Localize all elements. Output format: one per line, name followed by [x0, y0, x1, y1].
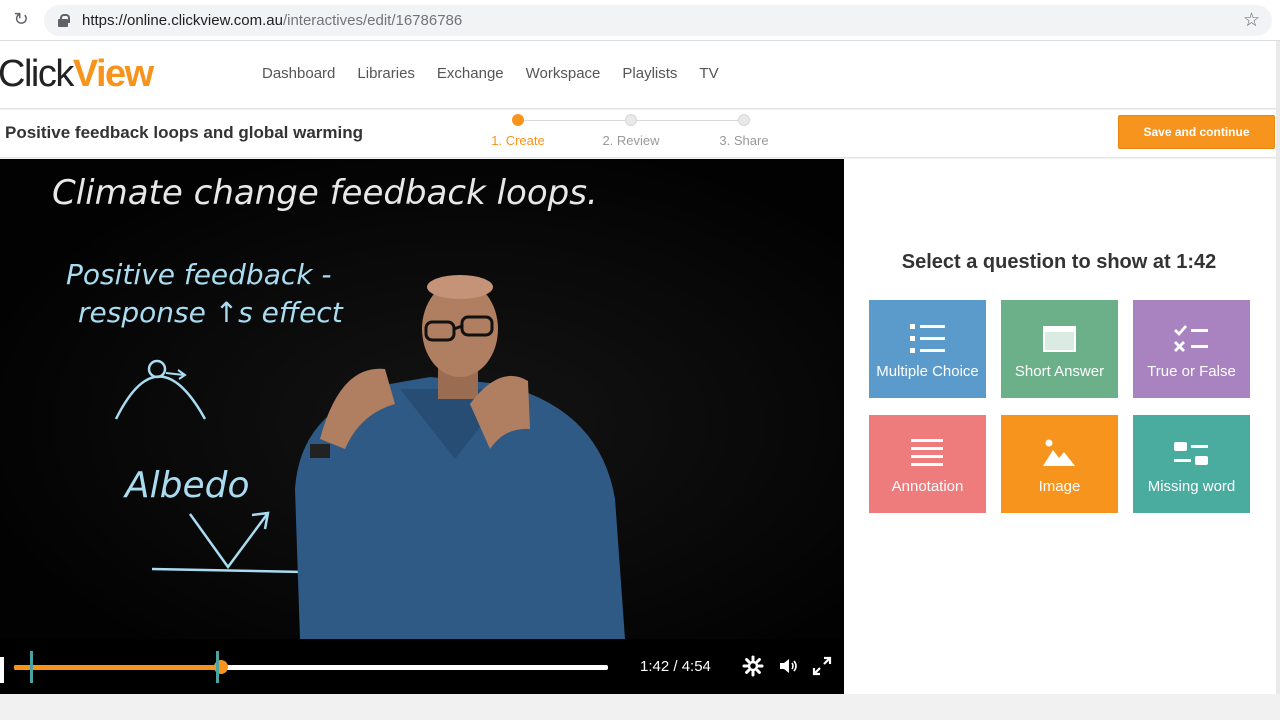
nav-workspace[interactable]: Workspace [526, 65, 601, 82]
trim-start-handle[interactable] [0, 657, 4, 683]
step-progress: 1. Create 2. Review 3. Share [480, 114, 780, 154]
url-path: /interactives/edit/16786786 [282, 12, 463, 29]
question-marker[interactable] [216, 651, 219, 683]
settings-gear-icon[interactable] [742, 655, 764, 677]
nav-exchange[interactable]: Exchange [437, 65, 504, 82]
video-player[interactable]: Climate change feedback loops. Positive … [0, 159, 844, 694]
logo-click: Click [0, 53, 74, 95]
question-type-label: Multiple Choice [876, 363, 979, 380]
nav-dashboard[interactable]: Dashboard [262, 65, 335, 82]
step-label: 3. Share [719, 133, 769, 148]
textbox-icon [1001, 322, 1118, 356]
step-review[interactable]: 2. Review [591, 114, 671, 148]
blanks-icon [1133, 437, 1250, 471]
time-display: 1:42 / 4:54 [640, 658, 711, 675]
panel-title: Select a question to show at 1:42 [901, 251, 1217, 273]
video-controls: 1:42 / 4:54 [0, 639, 844, 694]
seek-progress [14, 665, 221, 670]
url-host: https://online.clickview.com.au [82, 12, 283, 29]
question-type-annotation[interactable]: Annotation [869, 415, 986, 513]
board-line-1: Positive feedback - [66, 258, 331, 291]
page-scrollbar[interactable] [1276, 41, 1280, 694]
video-frame: Climate change feedback loops. Positive … [0, 159, 844, 639]
question-type-true-or-false[interactable]: True or False [1133, 300, 1250, 398]
step-share[interactable]: 3. Share [704, 114, 784, 148]
question-marker[interactable] [30, 651, 33, 683]
list-icon [869, 322, 986, 356]
question-type-multiple-choice[interactable]: Multiple Choice [869, 300, 986, 398]
check-cross-icon [1133, 322, 1250, 356]
site-header: ClickView Dashboard Libraries Exchange W… [0, 41, 1280, 109]
step-dot [625, 114, 637, 126]
main-nav: Dashboard Libraries Exchange Workspace P… [262, 65, 741, 82]
fullscreen-icon[interactable] [811, 655, 833, 677]
page-title: Positive feedback loops and global warmi… [5, 123, 364, 142]
question-panel: Select a question to show at 1:42 Multip… [844, 159, 1280, 694]
board-line-2: response ↑s effect [78, 296, 344, 329]
nav-tv[interactable]: TV [699, 65, 718, 82]
reload-icon[interactable]: ↻ [10, 9, 32, 31]
step-label: 1. Create [491, 133, 545, 148]
question-type-label: Short Answer [1014, 363, 1105, 380]
step-dot [512, 114, 524, 126]
lock-icon [58, 14, 70, 27]
question-type-label: Missing word [1147, 478, 1236, 495]
step-label: 2. Review [602, 133, 660, 148]
question-type-label: True or False [1147, 363, 1236, 380]
logo-view: View [72, 53, 154, 95]
board-heading: Climate change feedback loops. [52, 173, 598, 213]
question-type-image[interactable]: Image [1001, 415, 1118, 513]
image-icon [1001, 437, 1118, 471]
bookmark-star-icon[interactable]: ☆ [1243, 9, 1260, 31]
url-text[interactable]: https://online.clickview.com.au/interact… [82, 12, 462, 29]
page-footer-strip [0, 694, 1280, 720]
question-type-label: Image [1038, 478, 1081, 495]
question-type-missing-word[interactable]: Missing word [1133, 415, 1250, 513]
lines-icon [869, 437, 986, 471]
nav-playlists[interactable]: Playlists [622, 65, 677, 82]
volume-icon[interactable] [777, 655, 799, 677]
nav-libraries[interactable]: Libraries [357, 65, 415, 82]
address-bar[interactable]: https://online.clickview.com.au/interact… [44, 5, 1272, 36]
seek-bar[interactable] [14, 660, 608, 674]
browser-toolbar: ↻ https://online.clickview.com.au/intera… [0, 0, 1280, 41]
question-type-short-answer[interactable]: Short Answer [1001, 300, 1118, 398]
clickview-logo[interactable]: ClickView [0, 53, 154, 96]
question-type-label: Annotation [891, 478, 964, 495]
board-albedo: Albedo [123, 465, 250, 506]
editor-header: Positive feedback loops and global warmi… [0, 110, 1280, 158]
save-and-continue-button[interactable]: Save and continue [1118, 115, 1275, 149]
step-dot [738, 114, 750, 126]
step-create[interactable]: 1. Create [478, 114, 558, 148]
